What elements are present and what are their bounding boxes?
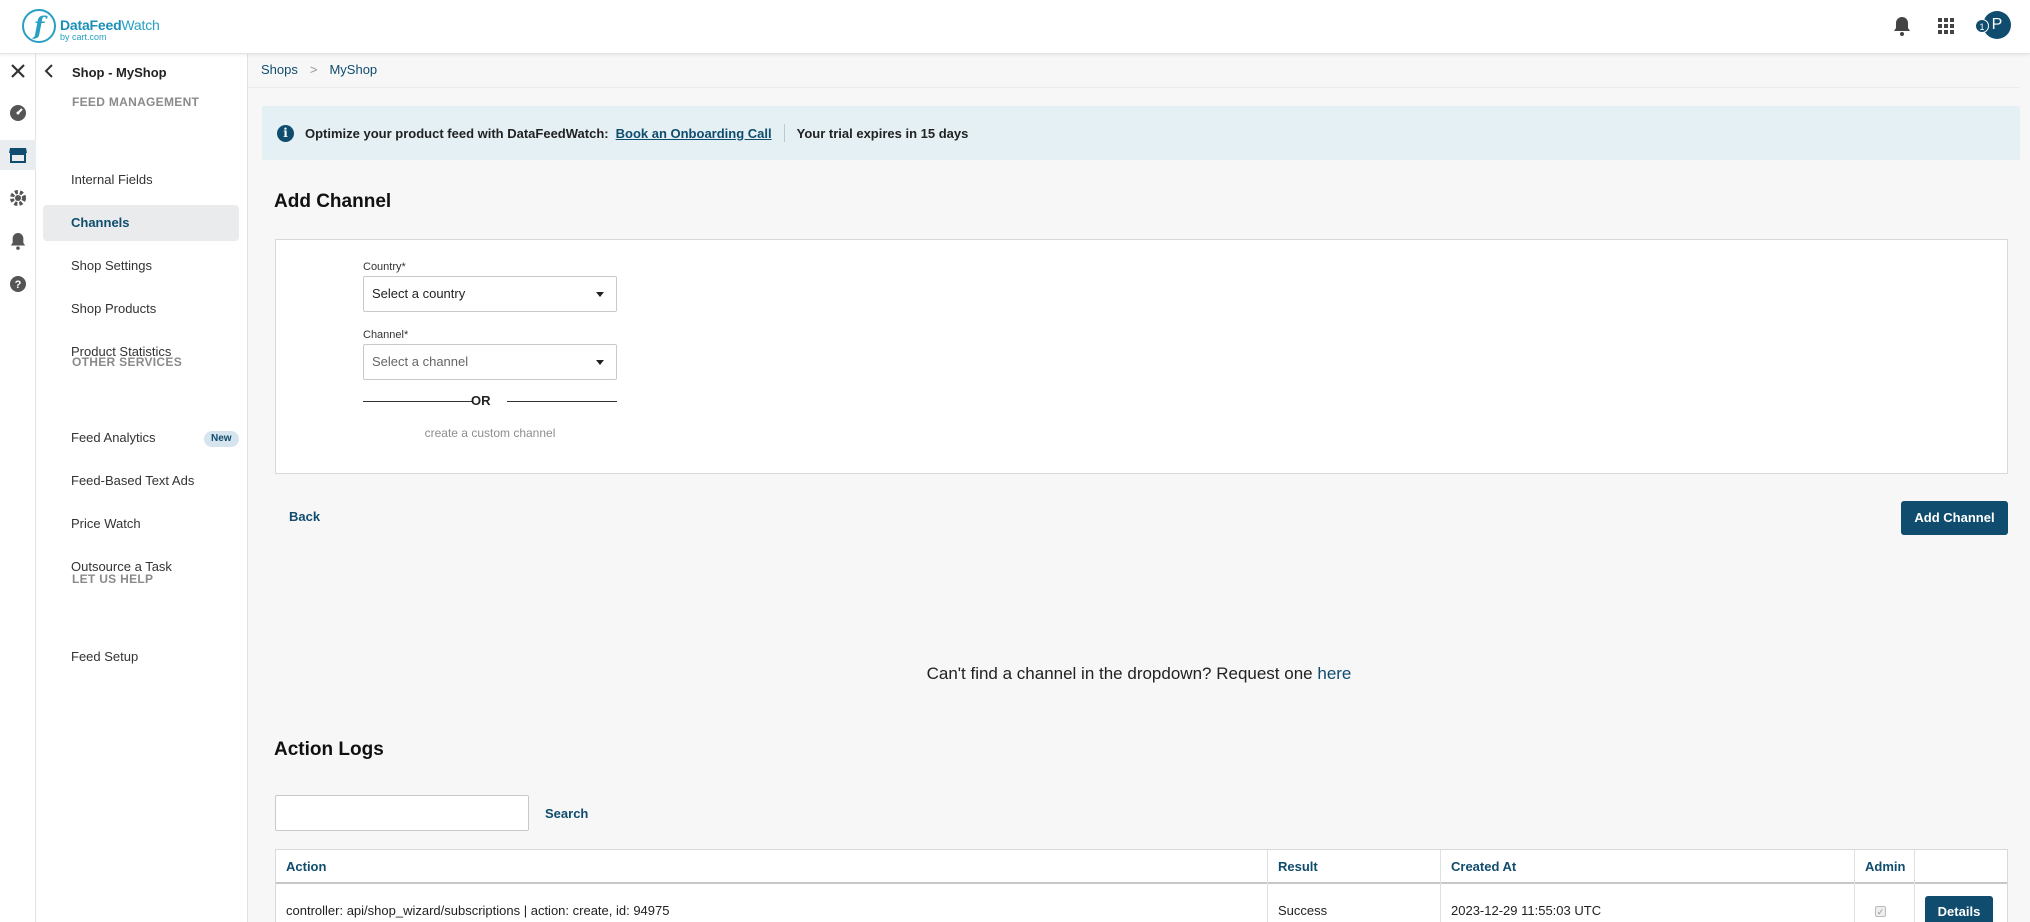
svg-text:?: ? xyxy=(15,279,22,291)
logo-subtitle: by cart.com xyxy=(60,32,107,42)
action-logs-search-input[interactable] xyxy=(275,795,529,831)
column-admin[interactable]: Admin xyxy=(1855,850,1915,884)
back-button[interactable]: Back xyxy=(289,509,320,524)
request-channel-link[interactable]: here xyxy=(1317,664,1351,683)
add-channel-button[interactable]: Add Channel xyxy=(1901,501,2008,535)
cell-action: controller: api/shop_wizard/subscription… xyxy=(276,884,1268,922)
sidebar-item-internal-fields[interactable]: Internal Fields xyxy=(43,162,239,198)
request-channel-text: Can't find a channel in the dropdown? Re… xyxy=(248,664,2030,684)
breadcrumb-shops[interactable]: Shops xyxy=(261,62,298,77)
apps-grid-icon[interactable] xyxy=(1934,14,1958,38)
sidebar-item-shop-products[interactable]: Shop Products xyxy=(43,291,239,327)
sidebar-item-feed-analytics[interactable]: Feed Analytics New xyxy=(43,420,239,456)
caret-down-icon xyxy=(596,360,604,365)
column-details xyxy=(1915,850,2009,884)
sidebar-item-label: Shop Settings xyxy=(71,258,152,273)
sidebar-item-feed-setup[interactable]: Feed Setup xyxy=(43,639,239,675)
help-icon[interactable]: ? xyxy=(0,269,36,299)
or-divider-left xyxy=(363,401,473,402)
country-select[interactable]: Select a country xyxy=(363,276,617,312)
sidebar-item-label: Feed Setup xyxy=(71,649,139,664)
banner-text: Optimize your product feed with DataFeed… xyxy=(305,125,609,141)
sidebar-item-label: Channels xyxy=(71,215,130,230)
column-created-at[interactable]: Created At xyxy=(1441,850,1855,884)
details-button[interactable]: Details xyxy=(1925,896,1993,922)
icon-rail: ? xyxy=(0,54,36,922)
logo-icon[interactable]: f xyxy=(22,9,56,43)
country-select-value: Select a country xyxy=(372,286,466,301)
sidebar-item-label: Price Watch xyxy=(71,516,141,531)
notification-count-badge: 1 xyxy=(1975,19,1989,33)
logo-text[interactable]: DataFeedWatch xyxy=(60,17,160,33)
dashboard-gauge-icon[interactable] xyxy=(0,98,36,128)
breadcrumb-myshop[interactable]: MyShop xyxy=(329,62,377,77)
close-icon[interactable] xyxy=(0,56,36,86)
or-text: OR xyxy=(471,393,491,408)
cell-admin: ✓ xyxy=(1855,884,1915,922)
table-header: Action Result Created At Admin xyxy=(276,850,2007,884)
trial-notice: Your trial expires in 15 days xyxy=(796,125,969,141)
sidebar-item-price-watch[interactable]: Price Watch xyxy=(43,506,239,542)
banner-divider xyxy=(783,124,785,142)
sidebar-item-label: Shop Products xyxy=(71,301,157,316)
or-divider-right xyxy=(507,401,617,402)
cell-details: Details xyxy=(1915,884,2009,922)
sidebar-title: Shop - MyShop xyxy=(72,65,167,80)
gear-icon[interactable] xyxy=(0,183,36,213)
table-row: controller: api/shop_wizard/subscription… xyxy=(276,884,2007,922)
sidebar-item-label: Internal Fields xyxy=(71,172,153,187)
sidebar-item-shop-settings[interactable]: Shop Settings xyxy=(43,248,239,284)
breadcrumb-divider xyxy=(248,87,2020,88)
caret-down-icon xyxy=(596,292,604,297)
store-icon[interactable] xyxy=(0,140,36,170)
sidebar-item-label: Feed-Based Text Ads xyxy=(71,473,195,488)
create-custom-channel-link[interactable]: create a custom channel xyxy=(363,426,617,440)
logo-text-thin: Watch xyxy=(121,17,160,33)
onboarding-banner: i Optimize your product feed with DataFe… xyxy=(262,106,2020,160)
section-feed-management: FEED MANAGEMENT xyxy=(72,95,200,109)
admin-checkbox[interactable]: ✓ xyxy=(1875,906,1886,917)
channel-select[interactable]: Select a channel xyxy=(363,344,617,380)
country-label: Country* xyxy=(363,261,406,273)
sidebar-item-channels[interactable]: Channels xyxy=(43,205,239,241)
bell-icon[interactable] xyxy=(1890,14,1914,38)
page-title: Add Channel xyxy=(274,191,392,212)
column-action[interactable]: Action xyxy=(276,850,1268,884)
breadcrumb: Shops > MyShop xyxy=(261,62,377,77)
channel-label: Channel* xyxy=(363,329,409,341)
top-bar: f DataFeedWatch by cart.com P 1 xyxy=(0,0,2030,54)
action-logs-title: Action Logs xyxy=(274,739,384,760)
breadcrumb-separator: > xyxy=(309,62,318,77)
request-channel-message: Can't find a channel in the dropdown? Re… xyxy=(926,664,1313,683)
chevron-left-icon[interactable] xyxy=(44,64,54,81)
cell-created-at: 2023-12-29 11:55:03 UTC xyxy=(1441,884,1855,922)
sidebar: Shop - MyShop FEED MANAGEMENT Internal F… xyxy=(36,54,248,922)
add-channel-form: Country* Select a country Channel* Selec… xyxy=(275,239,2008,474)
book-onboarding-call-link[interactable]: Book an Onboarding Call xyxy=(616,126,772,141)
info-icon: i xyxy=(277,124,294,142)
new-badge: New xyxy=(204,431,239,447)
column-result[interactable]: Result xyxy=(1268,850,1441,884)
main-content: Shops > MyShop i Optimize your product fee… xyxy=(248,54,2030,922)
cell-result: Success xyxy=(1268,884,1441,922)
action-logs-table: Action Result Created At Admin controlle… xyxy=(275,849,2008,922)
sidebar-item-feed-based-text-ads[interactable]: Feed-Based Text Ads xyxy=(43,463,239,499)
bell-icon[interactable] xyxy=(0,226,36,256)
logo-text-bold: DataFeed xyxy=(60,17,122,33)
search-button[interactable]: Search xyxy=(545,806,588,821)
channel-select-value: Select a channel xyxy=(372,354,469,369)
section-other-services: OTHER SERVICES xyxy=(72,355,183,369)
section-let-us-help: LET US HELP xyxy=(72,572,154,586)
sidebar-item-label: Feed Analytics xyxy=(71,430,156,445)
